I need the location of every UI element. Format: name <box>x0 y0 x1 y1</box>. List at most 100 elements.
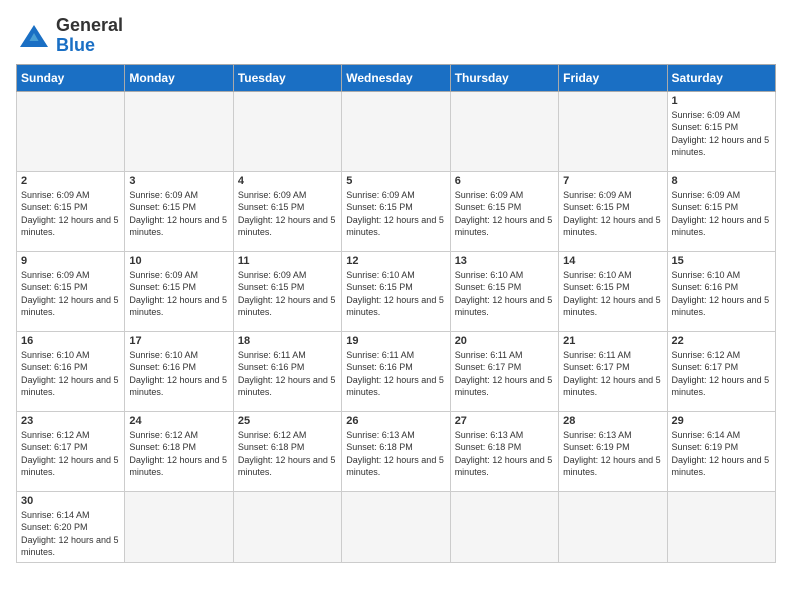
calendar-week-row: 16 Sunrise: 6:10 AM Sunset: 6:16 PM Dayli… <box>17 331 776 411</box>
day-number: 25 <box>238 415 337 427</box>
calendar-week-row: 23Sunrise: 6:12 AM Sunset: 6:17 PM Dayli… <box>17 411 776 491</box>
day-header-saturday: Saturday <box>667 64 775 91</box>
calendar-week-row: 1 Sunrise: 6:09 AM Sunset: 6:15 PM Daylig… <box>17 91 776 171</box>
calendar-cell <box>450 491 558 562</box>
calendar-cell: 2Sunrise: 6:09 AM Sunset: 6:15 PM Daylig… <box>17 171 125 251</box>
logo-text: GeneralBlue <box>56 16 123 56</box>
calendar-cell: 9 Sunrise: 6:09 AM Sunset: 6:15 PM Daylig… <box>17 251 125 331</box>
day-number: 3 <box>129 175 228 187</box>
calendar-week-row: 30Sunrise: 6:14 AM Sunset: 6:20 PM Dayli… <box>17 491 776 562</box>
calendar-cell <box>559 91 667 171</box>
day-info: Sunrise: 6:09 AM Sunset: 6:15 PM Dayligh… <box>563 189 662 239</box>
calendar-cell <box>233 91 341 171</box>
day-number: 10 <box>129 255 228 267</box>
calendar-cell: 25Sunrise: 6:12 AM Sunset: 6:18 PM Dayli… <box>233 411 341 491</box>
calendar-cell <box>17 91 125 171</box>
day-number: 16 <box>21 335 120 347</box>
day-number: 20 <box>455 335 554 347</box>
day-number: 24 <box>129 415 228 427</box>
day-number: 12 <box>346 255 445 267</box>
calendar-cell: 8 Sunrise: 6:09 AM Sunset: 6:15 PM Daylig… <box>667 171 775 251</box>
calendar-week-row: 2 Sunrise: 6:09 AM Sunset: 6:15 PM Daylig… <box>17 171 776 251</box>
day-number: 14 <box>563 255 662 267</box>
calendar-cell <box>450 91 558 171</box>
day-info: Sunrise: 6:12 AM Sunset: 6:17 PM Dayligh… <box>672 349 771 399</box>
day-info: Sunrise: 6:13 AM Sunset: 6:19 PM Dayligh… <box>563 429 662 479</box>
day-info: Sunrise: 6:11 AM Sunset: 6:17 PM Dayligh… <box>563 349 662 399</box>
day-number: 7 <box>563 175 662 187</box>
calendar-cell: 10 Sunrise: 6:09 AM Sunset: 6:15 PM Dayli… <box>125 251 233 331</box>
calendar-cell: 17 Sunrise: 6:10 AM Sunset: 6:16 PM Dayli… <box>125 331 233 411</box>
day-info: Sunrise: 6:09 AM Sunset: 6:15 PM Dayligh… <box>238 189 337 239</box>
day-info: Sunrise: 6:09 AM Sunset: 6:15 PM Dayligh… <box>129 269 228 319</box>
day-number: 27 <box>455 415 554 427</box>
day-number: 8 <box>672 175 771 187</box>
day-info: Sunrise: 6:09 AM Sunset: 6:15 PM Dayligh… <box>238 269 337 319</box>
calendar-cell: 4 Sunrise: 6:09 AM Sunset: 6:15 PM Daylig… <box>233 171 341 251</box>
calendar-cell: 20 Sunrise: 6:11 AM Sunset: 6:17 PM Dayli… <box>450 331 558 411</box>
calendar-cell: 29 Sunrise: 6:14 AM Sunset: 6:19 PM Dayli… <box>667 411 775 491</box>
day-info: Sunrise: 6:14 AM Sunset: 6:20 PM Dayligh… <box>21 509 120 559</box>
day-info: Sunrise: 6:10 AM Sunset: 6:15 PM Dayligh… <box>346 269 445 319</box>
day-header-monday: Monday <box>125 64 233 91</box>
logo: GeneralBlue <box>16 16 123 56</box>
day-info: Sunrise: 6:12 AM Sunset: 6:18 PM Dayligh… <box>129 429 228 479</box>
calendar-cell: 5 Sunrise: 6:09 AM Sunset: 6:15 PM Daylig… <box>342 171 450 251</box>
calendar-header-row: SundayMondayTuesdayWednesdayThursdayFrid… <box>17 64 776 91</box>
calendar-cell: 22Sunrise: 6:12 AM Sunset: 6:17 PM Dayli… <box>667 331 775 411</box>
day-info: Sunrise: 6:09 AM Sunset: 6:15 PM Dayligh… <box>346 189 445 239</box>
day-header-sunday: Sunday <box>17 64 125 91</box>
day-info: Sunrise: 6:13 AM Sunset: 6:18 PM Dayligh… <box>346 429 445 479</box>
day-info: Sunrise: 6:11 AM Sunset: 6:17 PM Dayligh… <box>455 349 554 399</box>
day-info: Sunrise: 6:11 AM Sunset: 6:16 PM Dayligh… <box>346 349 445 399</box>
calendar-week-row: 9 Sunrise: 6:09 AM Sunset: 6:15 PM Daylig… <box>17 251 776 331</box>
calendar-cell: 13Sunrise: 6:10 AM Sunset: 6:15 PM Dayli… <box>450 251 558 331</box>
day-number: 21 <box>563 335 662 347</box>
day-number: 9 <box>21 255 120 267</box>
calendar-cell: 11Sunrise: 6:09 AM Sunset: 6:15 PM Dayli… <box>233 251 341 331</box>
day-number: 15 <box>672 255 771 267</box>
day-number: 6 <box>455 175 554 187</box>
calendar-cell: 27Sunrise: 6:13 AM Sunset: 6:18 PM Dayli… <box>450 411 558 491</box>
day-info: Sunrise: 6:09 AM Sunset: 6:15 PM Dayligh… <box>455 189 554 239</box>
day-number: 4 <box>238 175 337 187</box>
day-number: 28 <box>563 415 662 427</box>
logo-icon <box>16 21 52 51</box>
day-info: Sunrise: 6:09 AM Sunset: 6:15 PM Dayligh… <box>129 189 228 239</box>
day-number: 13 <box>455 255 554 267</box>
day-info: Sunrise: 6:10 AM Sunset: 6:15 PM Dayligh… <box>563 269 662 319</box>
day-number: 19 <box>346 335 445 347</box>
day-number: 26 <box>346 415 445 427</box>
calendar-cell: 23Sunrise: 6:12 AM Sunset: 6:17 PM Dayli… <box>17 411 125 491</box>
calendar-cell: 19 Sunrise: 6:11 AM Sunset: 6:16 PM Dayli… <box>342 331 450 411</box>
day-number: 5 <box>346 175 445 187</box>
day-info: Sunrise: 6:09 AM Sunset: 6:15 PM Dayligh… <box>672 109 771 159</box>
day-info: Sunrise: 6:10 AM Sunset: 6:16 PM Dayligh… <box>129 349 228 399</box>
day-info: Sunrise: 6:09 AM Sunset: 6:15 PM Dayligh… <box>21 269 120 319</box>
calendar-cell <box>233 491 341 562</box>
day-header-wednesday: Wednesday <box>342 64 450 91</box>
calendar-cell: 7 Sunrise: 6:09 AM Sunset: 6:15 PM Daylig… <box>559 171 667 251</box>
day-info: Sunrise: 6:10 AM Sunset: 6:16 PM Dayligh… <box>21 349 120 399</box>
day-header-friday: Friday <box>559 64 667 91</box>
calendar-cell <box>667 491 775 562</box>
day-header-thursday: Thursday <box>450 64 558 91</box>
calendar-header: GeneralBlue <box>16 16 776 56</box>
day-number: 2 <box>21 175 120 187</box>
day-info: Sunrise: 6:14 AM Sunset: 6:19 PM Dayligh… <box>672 429 771 479</box>
day-number: 1 <box>672 95 771 107</box>
calendar-cell: 24 Sunrise: 6:12 AM Sunset: 6:18 PM Dayli… <box>125 411 233 491</box>
calendar-cell <box>125 91 233 171</box>
day-info: Sunrise: 6:11 AM Sunset: 6:16 PM Dayligh… <box>238 349 337 399</box>
calendar-cell <box>342 491 450 562</box>
calendar-cell <box>125 491 233 562</box>
calendar-cell: 12 Sunrise: 6:10 AM Sunset: 6:15 PM Dayli… <box>342 251 450 331</box>
day-number: 18 <box>238 335 337 347</box>
calendar-cell <box>559 491 667 562</box>
day-info: Sunrise: 6:09 AM Sunset: 6:15 PM Dayligh… <box>672 189 771 239</box>
calendar-cell: 28 Sunrise: 6:13 AM Sunset: 6:19 PM Dayli… <box>559 411 667 491</box>
day-number: 17 <box>129 335 228 347</box>
day-number: 29 <box>672 415 771 427</box>
day-info: Sunrise: 6:12 AM Sunset: 6:17 PM Dayligh… <box>21 429 120 479</box>
calendar-cell: 30Sunrise: 6:14 AM Sunset: 6:20 PM Dayli… <box>17 491 125 562</box>
